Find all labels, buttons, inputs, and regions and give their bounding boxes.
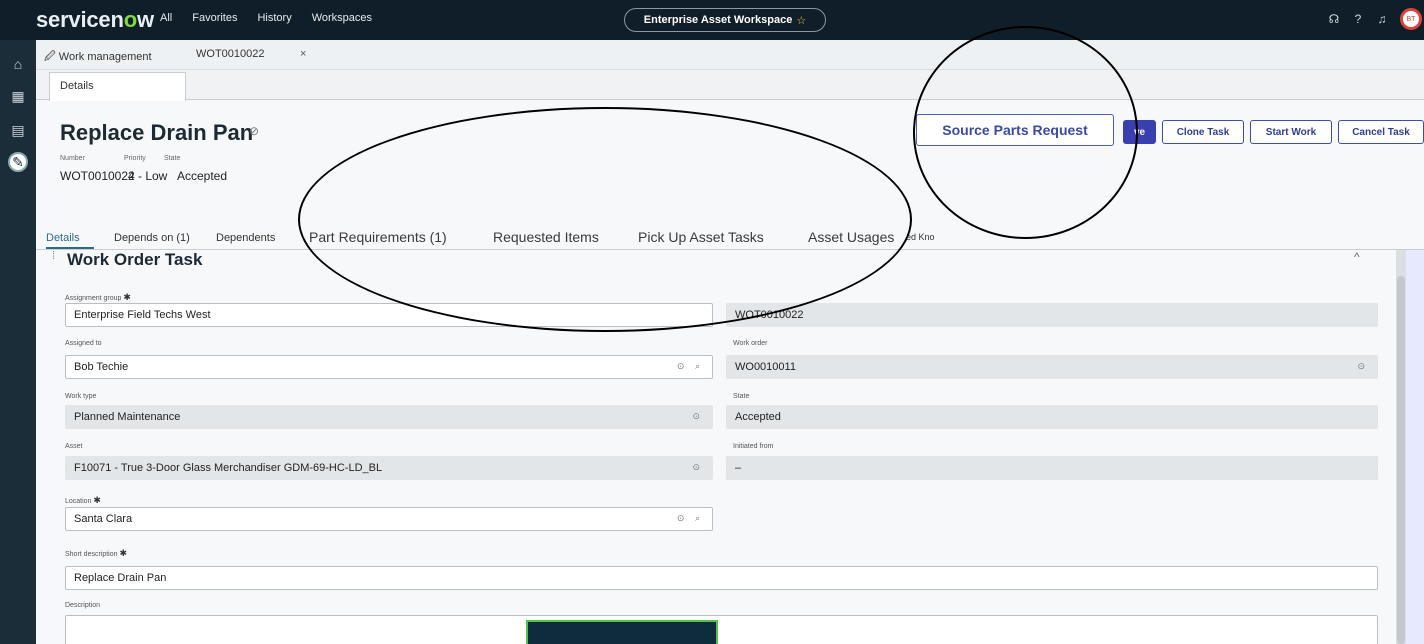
initiated-from-value: – <box>735 462 742 474</box>
assignment-group-label: Assignment group ✱ <box>65 292 131 303</box>
top-nav-menu: All Favorites History Workspaces <box>160 12 392 24</box>
work-order-label: Work order <box>733 340 768 347</box>
top-icon-group: ☊ ? ♫ BT <box>1322 8 1424 30</box>
scrollbar-thumb[interactable] <box>1397 276 1405 644</box>
priority-label: Priority <box>124 155 146 162</box>
active-tab-indicator <box>46 247 94 249</box>
initiated-from-label: Initiated from <box>733 443 774 450</box>
nav-history[interactable]: History <box>257 12 291 24</box>
short-description-label-text: Short description <box>65 551 118 558</box>
assignment-group-label-text: Assignment group <box>65 295 122 302</box>
assignment-group-field[interactable]: Enterprise Field Techs West <box>65 303 713 327</box>
state-label: State <box>164 155 181 162</box>
work-order-field: WO0010011 ⊙ <box>726 355 1378 379</box>
bell-icon[interactable]: ♫ <box>1370 12 1394 26</box>
tab-dependents[interactable]: Dependents <box>216 232 275 244</box>
save-button[interactable]: ve <box>1123 120 1156 144</box>
description-field[interactable] <box>65 615 1378 644</box>
tag-icon[interactable]: ⊘ <box>249 124 259 138</box>
state-field: Accepted <box>726 405 1378 429</box>
work-type-field: Planned Maintenance ⊙ <box>65 405 713 429</box>
home-icon[interactable]: ⌂ <box>8 54 28 74</box>
short-description-field[interactable]: Replace Drain Pan <box>65 566 1378 590</box>
right-sidebar-gutter <box>1406 250 1424 644</box>
tab-record[interactable]: WOT0010022 <box>196 48 264 60</box>
priority-value: 4 - Low <box>128 169 168 183</box>
top-navigation-bar: servicenow All Favorites History Workspa… <box>0 0 1424 40</box>
location-label: Location ✱ <box>65 495 101 506</box>
avatar[interactable]: BT <box>1400 8 1422 30</box>
chevron-up-icon[interactable]: ^ <box>1354 250 1360 264</box>
asset-value: F10071 - True 3-Door Glass Merchandiser … <box>74 462 383 474</box>
asset-label: Asset <box>65 443 83 450</box>
number-field: WOT0010022 <box>726 303 1378 327</box>
info-icon[interactable]: ⊙ <box>1357 361 1369 372</box>
cancel-task-button[interactable]: Cancel Task <box>1338 120 1424 144</box>
tab-part-requirements[interactable]: Part Requirements (1) <box>309 229 447 245</box>
assignment-group-value: Enterprise Field Techs West <box>74 309 211 321</box>
workspace-content: 🖉 Work management WOT0010022 × Details R… <box>36 40 1424 644</box>
state-field-label: State <box>733 393 750 400</box>
help-icon[interactable]: ? <box>1346 12 1370 26</box>
subtab-details[interactable]: Details <box>49 72 186 101</box>
info-search-icons[interactable]: ⊙ ⌕ <box>677 513 704 524</box>
start-work-button[interactable]: Start Work <box>1250 120 1332 144</box>
tab-pick-up-asset-tasks[interactable]: Pick Up Asset Tasks <box>638 229 764 245</box>
section-title: Work Order Task <box>67 250 203 269</box>
initiated-from-field: – <box>726 456 1378 480</box>
star-icon[interactable]: ☆ <box>796 14 806 27</box>
tab-knowledge[interactable]: ed Kno <box>906 232 935 242</box>
number-value: WOT0010022 <box>60 169 135 183</box>
tab-asset-usages[interactable]: Asset Usages <box>808 229 894 245</box>
record-tabs: Details Depends on (1) Dependents Part R… <box>36 198 1424 250</box>
required-icon: ✱ <box>119 548 128 558</box>
work-type-label: Work type <box>65 393 97 400</box>
state-value: Accepted <box>177 169 228 183</box>
assigned-to-field[interactable]: Bob Techie ⊙ ⌕ <box>65 355 713 379</box>
workspace-name: Enterprise Asset Workspace <box>643 14 793 26</box>
assigned-to-label: Assigned to <box>65 340 102 347</box>
nav-workspaces[interactable]: Workspaces <box>312 12 372 24</box>
short-description-value: Replace Drain Pan <box>74 572 167 584</box>
nav-all[interactable]: All <box>160 12 172 24</box>
short-description-label: Short description ✱ <box>65 548 127 559</box>
state-field-value: Accepted <box>735 411 781 423</box>
page-title: Replace Drain Pan <box>60 120 254 145</box>
info-icon[interactable]: ⊙ <box>692 411 704 422</box>
tab-details[interactable]: Details <box>46 232 80 244</box>
required-icon: ✱ <box>93 495 101 505</box>
building-icon[interactable]: ▦ <box>8 86 28 106</box>
location-field[interactable]: Santa Clara ⊙ ⌕ <box>65 507 713 531</box>
work-type-value: Planned Maintenance <box>74 411 181 423</box>
location-value: Santa Clara <box>74 513 133 525</box>
drag-handle-icon[interactable]: ⁞ <box>52 250 55 262</box>
info-icon[interactable]: ⊙ <box>692 462 704 473</box>
assigned-to-value: Bob Techie <box>74 361 129 373</box>
nav-favorites[interactable]: Favorites <box>192 12 237 24</box>
location-label-text: Location <box>65 498 92 505</box>
clone-task-button[interactable]: Clone Task <box>1162 120 1244 144</box>
tab-work-management[interactable]: 🖉 Work management <box>44 48 152 67</box>
subtab-strip: Details <box>36 70 1424 101</box>
description-label: Description <box>65 602 101 609</box>
workspace-selector[interactable]: Enterprise Asset Workspace ☆ <box>624 8 826 32</box>
source-parts-request-button[interactable]: Source Parts Request <box>916 114 1114 146</box>
clipboard-icon[interactable]: ▤ <box>8 120 28 140</box>
workspace-tabs: 🖉 Work management WOT0010022 × <box>36 40 1424 70</box>
left-rail: ⌂ ▦ ▤ ✎ <box>0 40 36 644</box>
chat-icon[interactable]: ☊ <box>1322 12 1346 26</box>
tab-depends-on[interactable]: Depends on (1) <box>114 232 190 244</box>
info-search-icons[interactable]: ⊙ ⌕ <box>677 361 704 372</box>
work-order-value: WO0010011 <box>735 361 796 373</box>
close-icon[interactable]: × <box>300 48 306 60</box>
overlay-popup <box>526 620 718 644</box>
asset-field: F10071 - True 3-Door Glass Merchandiser … <box>65 456 713 480</box>
tab-work-management-label: Work management <box>58 51 152 63</box>
wrench-icon[interactable]: ✎ <box>8 152 28 172</box>
tab-requested-items[interactable]: Requested Items <box>493 229 599 245</box>
servicenow-logo[interactable]: servicenow <box>36 7 154 33</box>
number-field-value: WOT0010022 <box>735 309 804 321</box>
number-label: Number <box>60 155 85 162</box>
required-icon: ✱ <box>123 292 131 302</box>
